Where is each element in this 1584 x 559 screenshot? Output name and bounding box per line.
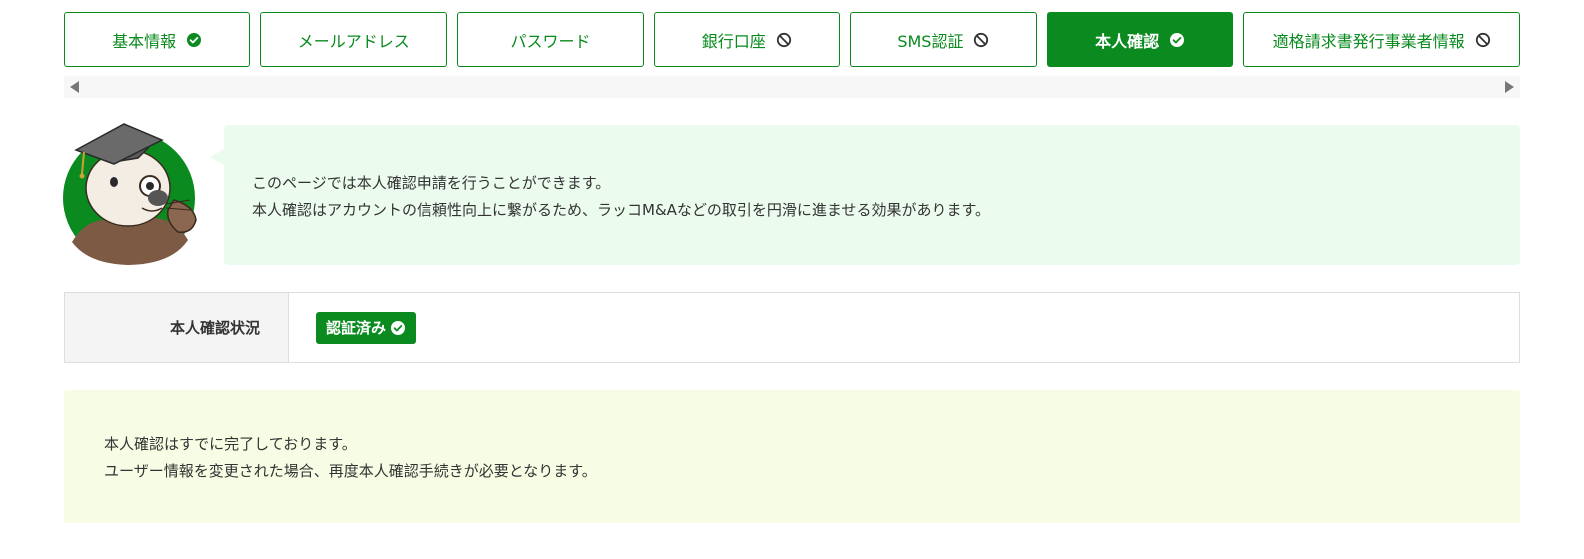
identity-status-value: 認証済み xyxy=(289,293,1519,362)
tab-label: 銀行口座 xyxy=(701,31,766,51)
tab-qualified-invoice-issuer[interactable]: 適格請求書発行事業者情報 xyxy=(1243,12,1521,67)
identity-status-label: 本人確認状況 xyxy=(65,293,289,362)
tab-label: 適格請求書発行事業者情報 xyxy=(1272,31,1465,51)
tab-password[interactable]: パスワード xyxy=(457,12,644,67)
notice-text-line-2: ユーザー情報を変更された場合、再度本人確認手続きが必要となります。 xyxy=(104,462,597,480)
tab-label: 本人確認 xyxy=(1095,31,1160,51)
tabs-horizontal-scrollbar[interactable] xyxy=(64,76,1520,98)
intro-text-line-2: 本人確認はアカウントの信頼性向上に繋がるため、ラッコM&Aなどの取引を円滑に進ま… xyxy=(252,201,990,219)
tab-label: メールアドレス xyxy=(297,31,410,51)
check-circle-icon xyxy=(186,32,202,48)
sea-otter-mascot-avatar xyxy=(62,122,202,267)
check-circle-icon xyxy=(1169,32,1185,48)
prohibited-icon xyxy=(1475,32,1491,48)
tab-email-address[interactable]: メールアドレス xyxy=(260,12,448,67)
notice-text-line-1: 本人確認はすでに完了しております。 xyxy=(104,435,357,453)
tab-basic-info[interactable]: 基本情報 xyxy=(64,12,251,67)
tab-label: パスワード xyxy=(510,31,591,51)
tab-label: 基本情報 xyxy=(112,31,177,51)
intro-text-line-1: このページでは本人確認申請を行うことができます。 xyxy=(252,174,611,192)
tab-identity-verification[interactable]: 本人確認 xyxy=(1047,12,1234,67)
settings-tabs: 基本情報 メールアドレス パスワード 銀行口座 SMS認証 本人確認 適格請求書… xyxy=(64,12,1521,67)
intro-speech-bubble: このページでは本人確認申請を行うことができます。 本人確認はアカウントの信頼性向… xyxy=(210,125,1520,265)
scroll-right-arrow-icon[interactable] xyxy=(1505,81,1514,93)
check-circle-icon xyxy=(390,320,406,336)
prohibited-icon xyxy=(973,32,989,48)
verification-complete-notice: 本人確認はすでに完了しております。 ユーザー情報を変更された場合、再度本人確認手… xyxy=(64,390,1520,523)
tab-label: SMS認証 xyxy=(897,31,964,51)
tab-bank-account[interactable]: 銀行口座 xyxy=(653,12,840,67)
verified-status-badge: 認証済み xyxy=(316,311,417,344)
scroll-left-arrow-icon[interactable] xyxy=(70,81,79,93)
badge-label: 認証済み xyxy=(326,319,387,337)
tab-sms-verification[interactable]: SMS認証 xyxy=(849,12,1038,67)
identity-status-table: 本人確認状況 認証済み xyxy=(64,292,1520,363)
prohibited-icon xyxy=(776,32,792,48)
